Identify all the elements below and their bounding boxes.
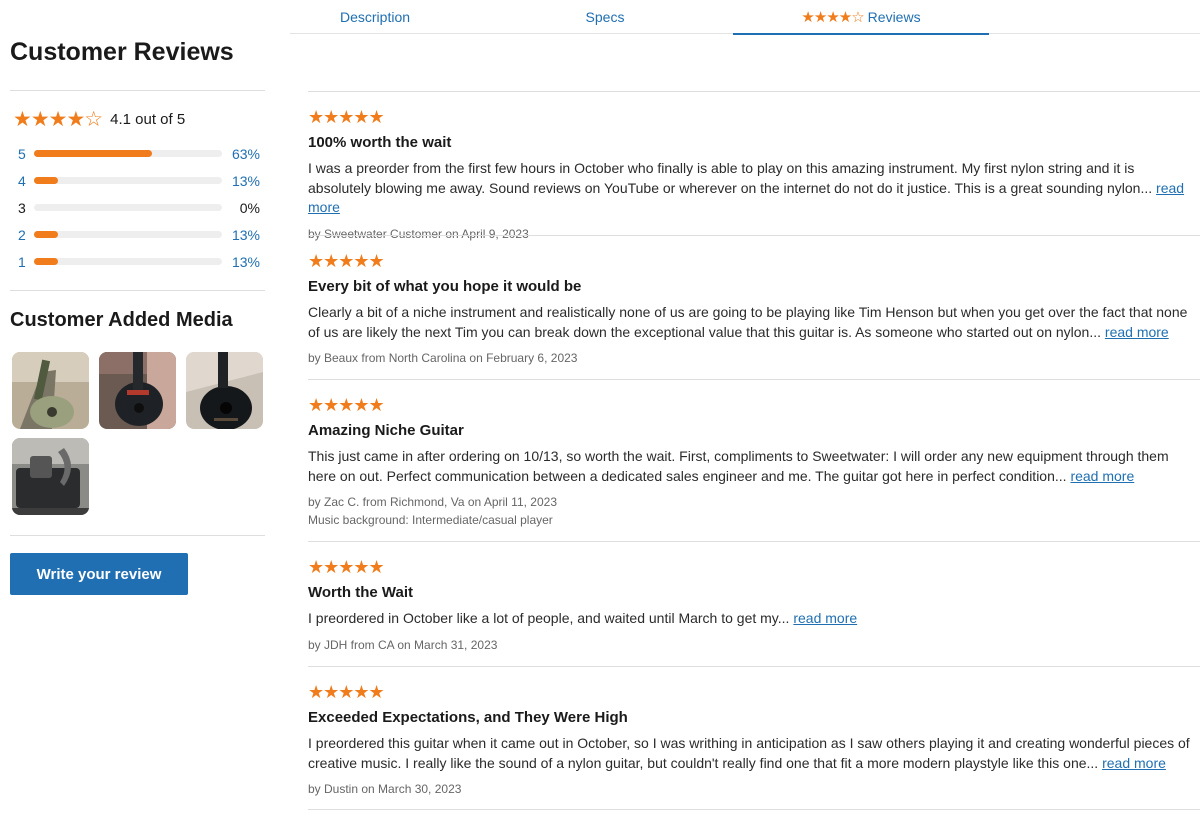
review-item: ★★★★★ Worth the Wait I preordered in Oct… <box>308 558 1190 654</box>
rating-row-1[interactable]: 1 13% <box>18 248 263 275</box>
star-rating-icon: ★★★★★ <box>308 251 385 271</box>
review-author: by Beaux from North Carolina on February… <box>308 351 578 365</box>
tab-reviews-label: Reviews <box>867 8 921 25</box>
divider <box>308 541 1200 542</box>
tab-reviews[interactable]: ★★★★☆ Reviews <box>733 0 989 35</box>
rating-row-label: 5 <box>18 145 26 162</box>
review-item: ★★★★★ Exceeded Expectations, and They We… <box>308 683 1190 798</box>
review-body: I was a preorder from the first few hour… <box>308 159 1190 218</box>
review-body: I preordered this guitar when it came ou… <box>308 734 1190 773</box>
rating-bar-fill <box>34 231 59 238</box>
review-item: ★★★★★ Amazing Niche Guitar This just cam… <box>308 396 1190 529</box>
review-title: Worth the Wait <box>308 584 413 601</box>
star-rating-icon: ★★★★★ <box>308 395 385 415</box>
review-title: 100% worth the wait <box>308 134 452 151</box>
rating-bar-track <box>34 177 222 184</box>
read-more-link[interactable]: read more <box>1105 324 1169 340</box>
star-rating-icon: ★★★★★ <box>308 682 385 702</box>
tab-description-label: Description <box>339 9 411 25</box>
rating-bar-track <box>34 150 222 157</box>
review-author: by JDH from CA on March 31, 2023 <box>308 637 498 652</box>
media-thumbnail-3[interactable] <box>186 352 263 429</box>
rating-bar-track <box>34 231 222 238</box>
write-review-button[interactable]: Write your review <box>10 553 188 595</box>
rating-bar-fill <box>34 150 153 157</box>
customer-media-title: Customer Added Media <box>10 309 233 331</box>
rating-row-percent: 13% <box>231 253 260 270</box>
review-text: This just came in after ordering on 10/1… <box>308 448 1169 484</box>
review-body: I preordered in October like a lot of pe… <box>308 609 1190 629</box>
read-more-link[interactable]: read more <box>793 610 857 626</box>
page-title: Customer Reviews <box>10 38 234 66</box>
review-title: Exceeded Expectations, and They Were Hig… <box>308 709 628 726</box>
star-rating-icon: ★★★★★ <box>308 107 385 127</box>
media-thumbnail-2[interactable] <box>99 352 176 429</box>
review-text: I was a preorder from the first few hour… <box>308 160 1153 196</box>
review-item: ★★★★★ 100% worth the wait I was a preord… <box>308 108 1190 243</box>
divider <box>308 379 1200 380</box>
review-author: by Dustin on March 30, 2023 <box>308 782 462 796</box>
divider <box>308 91 1200 92</box>
rating-bar-fill <box>34 177 59 184</box>
rating-row-4[interactable]: 4 13% <box>18 167 263 194</box>
review-text: I preordered this guitar when it came ou… <box>308 735 1190 771</box>
rating-bar-track <box>34 204 222 211</box>
rating-summary: ★★★★☆ 4.1 out of 5 <box>13 107 185 132</box>
rating-row-5[interactable]: 5 63% <box>18 140 263 167</box>
read-more-link[interactable]: read more <box>1102 755 1166 771</box>
rating-row-2[interactable]: 2 13% <box>18 221 263 248</box>
rating-row-label: 2 <box>18 226 26 243</box>
review-text: I preordered in October like a lot of pe… <box>308 610 790 626</box>
rating-score: 4.1 out of 5 <box>110 111 186 128</box>
review-body: Clearly a bit of a niche instrument and … <box>308 303 1190 342</box>
divider <box>308 666 1200 667</box>
review-author: by Zac C. from Richmond, Va on April 11,… <box>308 493 1190 529</box>
review-author: by Sweetwater Customer on April 9, 2023 <box>308 226 529 241</box>
rating-row-label: 1 <box>18 253 26 270</box>
review-title: Every bit of what you hope it would be <box>308 278 582 295</box>
rating-row-label: 3 <box>18 199 26 216</box>
rating-row-percent: 13% <box>231 226 260 243</box>
rating-bar-fill <box>34 258 59 265</box>
tab-description[interactable]: Description <box>290 0 460 34</box>
rating-row-3: 3 0% <box>18 194 263 221</box>
star-rating-icon: ★★★★☆ <box>801 8 864 26</box>
media-thumbnail-1[interactable] <box>12 352 89 429</box>
divider <box>308 809 1200 810</box>
review-text: Clearly a bit of a niche instrument and … <box>308 304 1188 340</box>
rating-row-label: 4 <box>18 172 26 189</box>
tab-specs-label: Specs <box>585 9 625 25</box>
rating-row-percent: 13% <box>231 172 260 189</box>
rating-row-percent: 63% <box>231 145 260 162</box>
star-rating-icon: ★★★★☆ <box>13 108 103 131</box>
review-author-line: by Zac C. from Richmond, Va on April 11,… <box>308 495 558 509</box>
review-music-background: Music background: Intermediate/casual pl… <box>308 513 553 527</box>
divider <box>10 535 265 536</box>
rating-distribution: 5 63% 4 13% 3 0% 2 13% 1 13% <box>18 140 263 275</box>
media-thumbnail-4[interactable] <box>12 438 89 515</box>
review-body: This just came in after ordering on 10/1… <box>308 447 1190 486</box>
divider <box>10 290 265 291</box>
product-tabs: Description Specs ★★★★☆ Reviews <box>290 0 1200 35</box>
divider <box>308 235 1200 236</box>
rating-bar-track <box>34 258 222 265</box>
tab-specs[interactable]: Specs <box>520 0 690 34</box>
star-rating-icon: ★★★★★ <box>308 557 385 577</box>
review-title: Amazing Niche Guitar <box>308 422 464 439</box>
read-more-link[interactable]: read more <box>1070 468 1134 484</box>
review-item: ★★★★★ Every bit of what you hope it woul… <box>308 252 1190 367</box>
divider <box>10 90 265 91</box>
rating-row-percent: 0% <box>239 199 260 216</box>
